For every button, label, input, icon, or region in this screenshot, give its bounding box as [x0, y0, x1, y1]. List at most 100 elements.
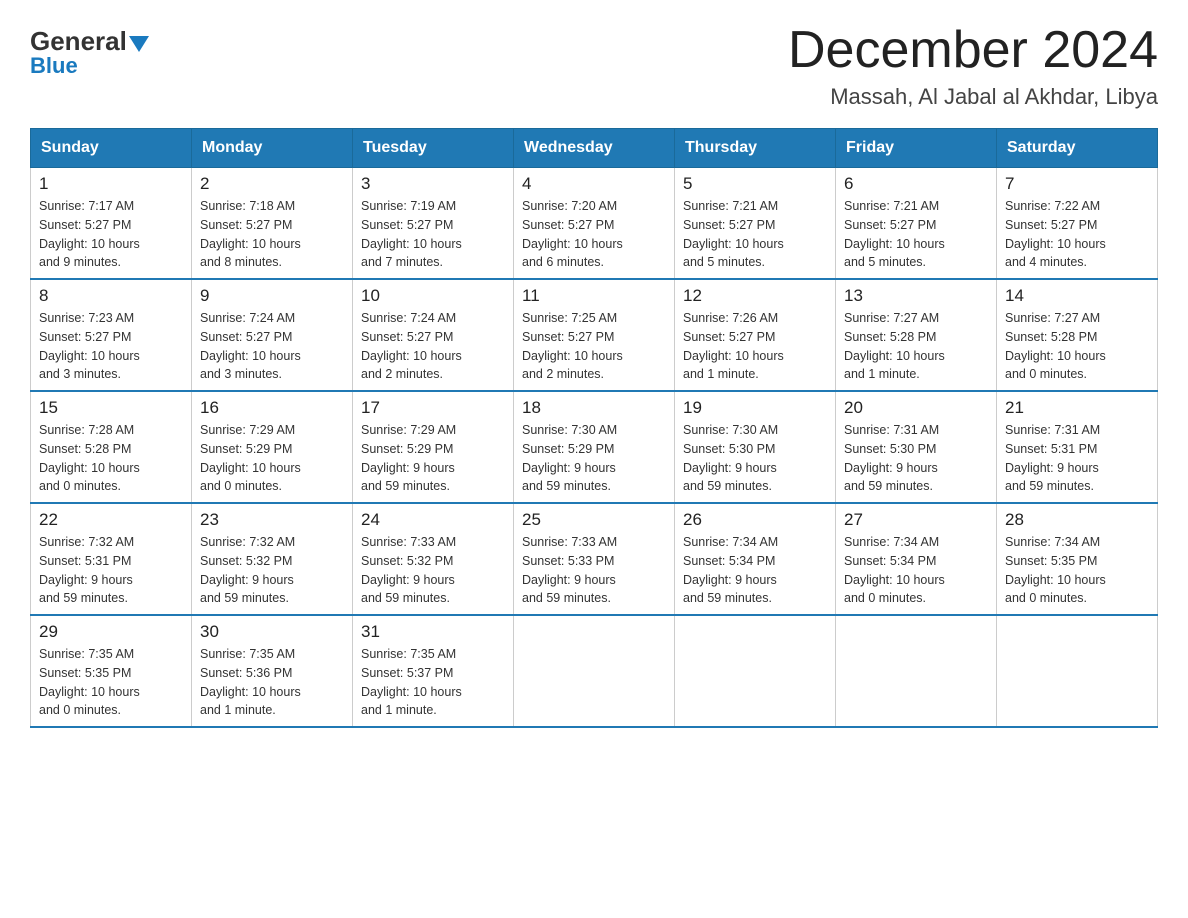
day-info: Sunrise: 7:26 AMSunset: 5:27 PMDaylight:… [683, 309, 827, 384]
day-number: 27 [844, 510, 988, 530]
day-number: 7 [1005, 174, 1149, 194]
day-number: 8 [39, 286, 183, 306]
day-info: Sunrise: 7:25 AMSunset: 5:27 PMDaylight:… [522, 309, 666, 384]
day-number: 25 [522, 510, 666, 530]
day-info: Sunrise: 7:32 AMSunset: 5:32 PMDaylight:… [200, 533, 344, 608]
day-info: Sunrise: 7:18 AMSunset: 5:27 PMDaylight:… [200, 197, 344, 272]
day-number: 29 [39, 622, 183, 642]
calendar-cell: 7 Sunrise: 7:22 AMSunset: 5:27 PMDaylight… [997, 168, 1158, 280]
day-number: 2 [200, 174, 344, 194]
day-info: Sunrise: 7:28 AMSunset: 5:28 PMDaylight:… [39, 421, 183, 496]
calendar-cell: 4 Sunrise: 7:20 AMSunset: 5:27 PMDaylight… [514, 168, 675, 280]
calendar-cell: 30Sunrise: 7:35 AMSunset: 5:36 PMDayligh… [192, 615, 353, 727]
day-number: 24 [361, 510, 505, 530]
day-number: 22 [39, 510, 183, 530]
day-info: Sunrise: 7:19 AMSunset: 5:27 PMDaylight:… [361, 197, 505, 272]
calendar-cell [997, 615, 1158, 727]
calendar-cell: 12 Sunrise: 7:26 AMSunset: 5:27 PMDayligh… [675, 279, 836, 391]
day-number: 14 [1005, 286, 1149, 306]
day-info: Sunrise: 7:23 AMSunset: 5:27 PMDaylight:… [39, 309, 183, 384]
col-header-thursday: Thursday [675, 129, 836, 168]
calendar-cell: 25 Sunrise: 7:33 AMSunset: 5:33 PMDayligh… [514, 503, 675, 615]
day-info: Sunrise: 7:21 AMSunset: 5:27 PMDaylight:… [844, 197, 988, 272]
calendar-cell: 26 Sunrise: 7:34 AMSunset: 5:34 PMDayligh… [675, 503, 836, 615]
day-info: Sunrise: 7:31 AMSunset: 5:31 PMDaylight:… [1005, 421, 1149, 496]
calendar-cell: 17Sunrise: 7:29 AMSunset: 5:29 PMDayligh… [353, 391, 514, 503]
calendar-cell: 2 Sunrise: 7:18 AMSunset: 5:27 PMDaylight… [192, 168, 353, 280]
calendar-cell: 8 Sunrise: 7:23 AMSunset: 5:27 PMDaylight… [31, 279, 192, 391]
day-number: 3 [361, 174, 505, 194]
day-info: Sunrise: 7:17 AMSunset: 5:27 PMDaylight:… [39, 197, 183, 272]
calendar-cell: 6 Sunrise: 7:21 AMSunset: 5:27 PMDaylight… [836, 168, 997, 280]
calendar-cell: 3 Sunrise: 7:19 AMSunset: 5:27 PMDaylight… [353, 168, 514, 280]
day-info: Sunrise: 7:35 AMSunset: 5:36 PMDaylight:… [200, 645, 344, 720]
day-info: Sunrise: 7:34 AMSunset: 5:34 PMDaylight:… [683, 533, 827, 608]
day-number: 1 [39, 174, 183, 194]
day-info: Sunrise: 7:34 AMSunset: 5:35 PMDaylight:… [1005, 533, 1149, 608]
day-number: 26 [683, 510, 827, 530]
calendar-cell [514, 615, 675, 727]
day-info: Sunrise: 7:33 AMSunset: 5:33 PMDaylight:… [522, 533, 666, 608]
day-number: 6 [844, 174, 988, 194]
calendar-cell: 9 Sunrise: 7:24 AMSunset: 5:27 PMDaylight… [192, 279, 353, 391]
col-header-saturday: Saturday [997, 129, 1158, 168]
calendar-cell: 27 Sunrise: 7:34 AMSunset: 5:34 PMDayligh… [836, 503, 997, 615]
calendar-cell: 23 Sunrise: 7:32 AMSunset: 5:32 PMDayligh… [192, 503, 353, 615]
day-info: Sunrise: 7:29 AMSunset: 5:29 PMDaylight:… [361, 421, 505, 496]
calendar-cell: 10Sunrise: 7:24 AMSunset: 5:27 PMDayligh… [353, 279, 514, 391]
day-info: Sunrise: 7:21 AMSunset: 5:27 PMDaylight:… [683, 197, 827, 272]
month-title: December 2024 [788, 20, 1158, 80]
calendar-table: SundayMondayTuesdayWednesdayThursdayFrid… [30, 128, 1158, 728]
day-number: 19 [683, 398, 827, 418]
calendar-week-row: 1 Sunrise: 7:17 AMSunset: 5:27 PMDaylight… [31, 168, 1158, 280]
day-number: 15 [39, 398, 183, 418]
calendar-cell: 18 Sunrise: 7:30 AMSunset: 5:29 PMDayligh… [514, 391, 675, 503]
calendar-cell: 22 Sunrise: 7:32 AMSunset: 5:31 PMDayligh… [31, 503, 192, 615]
day-info: Sunrise: 7:22 AMSunset: 5:27 PMDaylight:… [1005, 197, 1149, 272]
day-info: Sunrise: 7:32 AMSunset: 5:31 PMDaylight:… [39, 533, 183, 608]
calendar-cell: 28 Sunrise: 7:34 AMSunset: 5:35 PMDayligh… [997, 503, 1158, 615]
day-info: Sunrise: 7:29 AMSunset: 5:29 PMDaylight:… [200, 421, 344, 496]
calendar-cell [836, 615, 997, 727]
calendar-cell: 19 Sunrise: 7:30 AMSunset: 5:30 PMDayligh… [675, 391, 836, 503]
logo-triangle-icon [129, 36, 149, 52]
day-number: 11 [522, 286, 666, 306]
day-number: 20 [844, 398, 988, 418]
day-number: 13 [844, 286, 988, 306]
day-info: Sunrise: 7:24 AMSunset: 5:27 PMDaylight:… [361, 309, 505, 384]
col-header-monday: Monday [192, 129, 353, 168]
day-info: Sunrise: 7:20 AMSunset: 5:27 PMDaylight:… [522, 197, 666, 272]
day-info: Sunrise: 7:27 AMSunset: 5:28 PMDaylight:… [1005, 309, 1149, 384]
calendar-cell: 14 Sunrise: 7:27 AMSunset: 5:28 PMDayligh… [997, 279, 1158, 391]
calendar-cell: 11 Sunrise: 7:25 AMSunset: 5:27 PMDayligh… [514, 279, 675, 391]
day-info: Sunrise: 7:35 AMSunset: 5:35 PMDaylight:… [39, 645, 183, 720]
title-area: December 2024 Massah, Al Jabal al Akhdar… [788, 20, 1158, 110]
calendar-cell: 13Sunrise: 7:27 AMSunset: 5:28 PMDayligh… [836, 279, 997, 391]
day-number: 28 [1005, 510, 1149, 530]
calendar-cell: 20Sunrise: 7:31 AMSunset: 5:30 PMDayligh… [836, 391, 997, 503]
day-number: 16 [200, 398, 344, 418]
day-info: Sunrise: 7:35 AMSunset: 5:37 PMDaylight:… [361, 645, 505, 720]
calendar-cell: 21 Sunrise: 7:31 AMSunset: 5:31 PMDayligh… [997, 391, 1158, 503]
calendar-cell: 31Sunrise: 7:35 AMSunset: 5:37 PMDayligh… [353, 615, 514, 727]
day-info: Sunrise: 7:34 AMSunset: 5:34 PMDaylight:… [844, 533, 988, 608]
location-title: Massah, Al Jabal al Akhdar, Libya [788, 84, 1158, 110]
calendar-week-row: 8 Sunrise: 7:23 AMSunset: 5:27 PMDaylight… [31, 279, 1158, 391]
day-info: Sunrise: 7:30 AMSunset: 5:29 PMDaylight:… [522, 421, 666, 496]
day-number: 5 [683, 174, 827, 194]
calendar-cell: 29 Sunrise: 7:35 AMSunset: 5:35 PMDayligh… [31, 615, 192, 727]
day-info: Sunrise: 7:24 AMSunset: 5:27 PMDaylight:… [200, 309, 344, 384]
day-number: 9 [200, 286, 344, 306]
day-info: Sunrise: 7:30 AMSunset: 5:30 PMDaylight:… [683, 421, 827, 496]
calendar-cell: 24 Sunrise: 7:33 AMSunset: 5:32 PMDayligh… [353, 503, 514, 615]
day-number: 21 [1005, 398, 1149, 418]
day-number: 4 [522, 174, 666, 194]
col-header-tuesday: Tuesday [353, 129, 514, 168]
calendar-cell: 15 Sunrise: 7:28 AMSunset: 5:28 PMDayligh… [31, 391, 192, 503]
day-number: 12 [683, 286, 827, 306]
day-number: 18 [522, 398, 666, 418]
calendar-week-row: 22 Sunrise: 7:32 AMSunset: 5:31 PMDayligh… [31, 503, 1158, 615]
col-header-sunday: Sunday [31, 129, 192, 168]
day-info: Sunrise: 7:33 AMSunset: 5:32 PMDaylight:… [361, 533, 505, 608]
day-number: 23 [200, 510, 344, 530]
